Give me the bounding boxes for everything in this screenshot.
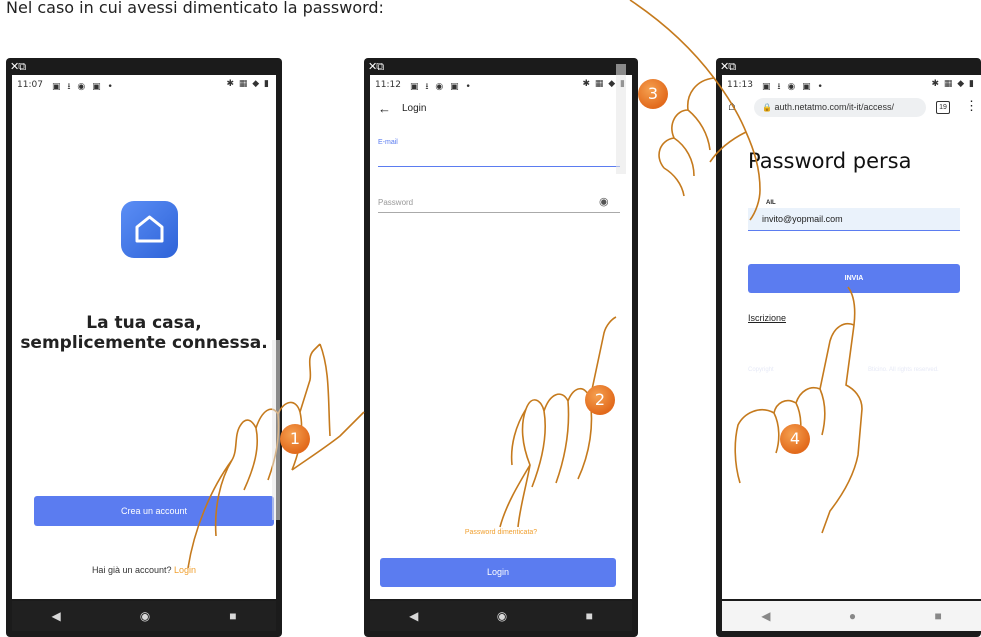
signal-icons: ✱ ▦ ◆ ▮: [226, 79, 270, 89]
home-icon[interactable]: ◉: [497, 609, 507, 623]
home-icon[interactable]: ◉: [140, 609, 150, 623]
signal-icons: ✱ ▦ ◆ ▮: [931, 79, 975, 89]
password-underline: [378, 212, 620, 213]
screenshot-icon: ✕⧉: [368, 60, 384, 73]
android-nav-bar: ◀ ◉ ■: [12, 601, 276, 631]
browser-menu-icon[interactable]: ⋮: [965, 98, 978, 114]
password-field[interactable]: Password: [378, 198, 413, 207]
login-title: Login: [402, 103, 427, 114]
email-field[interactable]: [378, 148, 620, 165]
recents-icon[interactable]: ■: [935, 609, 942, 623]
status-icons: ▣ ⭳ ◉ ▣ •: [52, 82, 115, 92]
pointing-hand-2-icon: [499, 316, 617, 528]
welcome-line-1: La tua casa,: [86, 313, 202, 333]
android-nav-bar: ◀ ◉ ■: [370, 601, 632, 631]
tabs-count-button[interactable]: 19: [936, 101, 950, 114]
pointing-hand-1-icon: [187, 340, 365, 569]
forgot-password-link[interactable]: Password dimenticata?: [370, 529, 632, 536]
have-account-text: Hai già un account?: [91, 565, 172, 575]
back-icon[interactable]: ◀: [761, 609, 770, 623]
recents-icon[interactable]: ■: [586, 609, 593, 623]
step-badge-2: 2: [585, 385, 615, 415]
status-bar: 11:07 ▣ ⭳ ◉ ▣ • ✱ ▦ ◆ ▮: [12, 75, 276, 93]
pointing-hand-3-icon: [616, 0, 761, 221]
step-badge-1: 1: [280, 424, 310, 454]
back-icon[interactable]: ◀: [52, 609, 61, 623]
step-badge-4: 4: [780, 424, 810, 454]
back-arrow-icon[interactable]: ←: [378, 101, 391, 116]
email-underline: [378, 166, 620, 167]
url-text: auth.netatmo.com/it-it/access/: [774, 102, 895, 112]
screenshot-icon: ✕⧉: [10, 60, 26, 73]
status-time: 11:07: [17, 80, 43, 90]
pointing-hand-4-icon: [734, 286, 863, 534]
step-badge-3: 3: [638, 79, 668, 109]
status-time: 11:12: [375, 80, 401, 90]
home-icon[interactable]: ●: [849, 609, 856, 623]
android-nav-bar: ◀ ● ■: [722, 601, 981, 631]
app-logo-icon: [121, 201, 178, 258]
page-caption: Nel caso in cui avessi dimenticato la pa…: [6, 0, 384, 17]
back-icon[interactable]: ◀: [409, 609, 418, 623]
login-button[interactable]: Login: [380, 558, 616, 587]
recents-icon[interactable]: ■: [229, 609, 236, 623]
email-label: E-mail: [378, 139, 398, 146]
